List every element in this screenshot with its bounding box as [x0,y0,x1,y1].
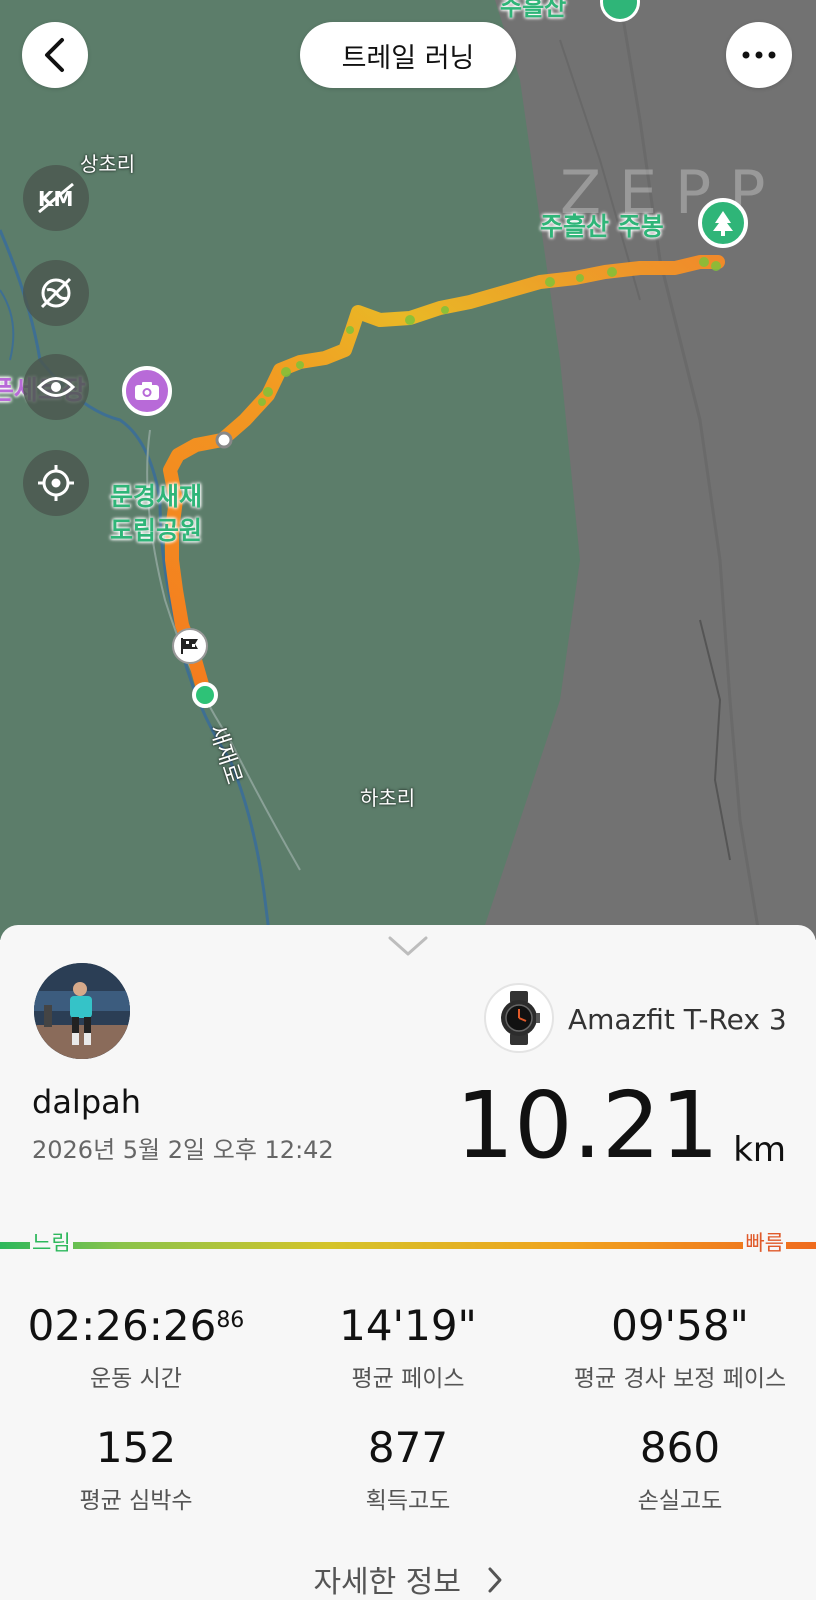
stat-value: 152 [95,1423,177,1472]
view-toggle-button[interactable] [23,354,89,420]
stat-grade-adjusted-pace: 09'58" 평균 경사 보정 페이스 [544,1301,816,1393]
village-label-bottom: 하초리 [360,786,416,810]
stat-value: 860 [639,1423,721,1472]
camera-icon[interactable] [122,366,172,416]
village-label-top: 상초리 [80,152,136,176]
distance-unit: km [733,1130,786,1170]
details-label: 자세한 정보 [313,1565,461,1600]
stat-avg-heart-rate: 152 평균 심박수 [0,1423,272,1515]
stat-value: 877 [367,1423,449,1472]
stat-value: 02:26:2686 [0,1301,272,1350]
hide-layer-icon [40,277,72,309]
details-link[interactable]: 자세한 정보 [0,1557,816,1600]
stat-label: 획득고도 [365,1488,451,1515]
finish-flag-icon[interactable] [172,628,208,664]
more-dots-icon [742,51,776,59]
device-button[interactable] [484,983,554,1053]
park-label: 문경새재 도립공원 [110,480,202,548]
pace-fast-label: 빠름 [743,1227,786,1257]
chevron-down-icon [388,936,428,956]
stat-elevation-loss: 860 손실고도 [544,1423,816,1515]
stat-label: 손실고도 [637,1488,723,1515]
runner-photo [34,963,130,1059]
stat-duration: 02:26:2686 운동 시간 [0,1301,272,1393]
km-toggle-icon: KM [38,182,74,214]
stat-label: 운동 시간 [90,1366,182,1393]
stat-duration-main: 02:26:26 [27,1301,217,1350]
peak-tree-icon[interactable] [698,198,748,248]
park-label-line1: 문경새재 [110,482,203,511]
eye-icon [37,377,75,397]
collapse-sheet-button[interactable] [388,935,428,961]
pace-slow-label: 느림 [30,1227,73,1257]
stat-elevation-gain: 877 획득고도 [272,1423,544,1515]
workout-datetime: 2026년 5월 2일 오후 12:42 [32,1136,334,1164]
workout-summary-sheet: Amazfit T-Rex 3 dalpah 2026년 5월 2일 오후 12… [0,925,816,1600]
more-button[interactable] [726,22,792,88]
chevron-right-icon [487,1566,503,1600]
hide-layer-button[interactable] [23,260,89,326]
stat-label: 평균 경사 보정 페이스 [573,1366,787,1393]
stat-avg-pace: 14'19" 평균 페이스 [272,1301,544,1393]
stat-value: 14'19" [339,1301,477,1350]
pace-gradient-bar [0,1242,816,1249]
stat-label: 평균 페이스 [351,1366,465,1393]
watch-icon [501,991,540,1045]
chevron-left-icon [45,38,64,72]
poi-top-label: 주흘산 [500,0,567,21]
avatar[interactable] [34,963,130,1059]
stat-label: 평균 심박수 [79,1488,193,1515]
locate-icon [38,465,74,501]
device-name: Amazfit T-Rex 3 [568,1003,787,1036]
peak-label: 주흘산 주봉 [540,212,664,241]
route-map[interactable]: ZEPP 주흘산 상초리 하초리 새재로 주흘산 주봉 픈세트장 문경새재 도립… [0,0,816,940]
back-button[interactable] [22,22,88,88]
park-label-line2: 도립공원 [110,516,203,545]
locate-button[interactable] [23,450,89,516]
username: dalpah [32,1083,142,1121]
distance-value: 10.21 [455,1072,719,1179]
page-title: 트레일 러닝 [300,22,516,88]
stat-value: 09'58" [611,1301,749,1350]
stat-duration-hundredths: 86 [216,1308,245,1333]
km-toggle-button[interactable]: KM [23,165,89,231]
